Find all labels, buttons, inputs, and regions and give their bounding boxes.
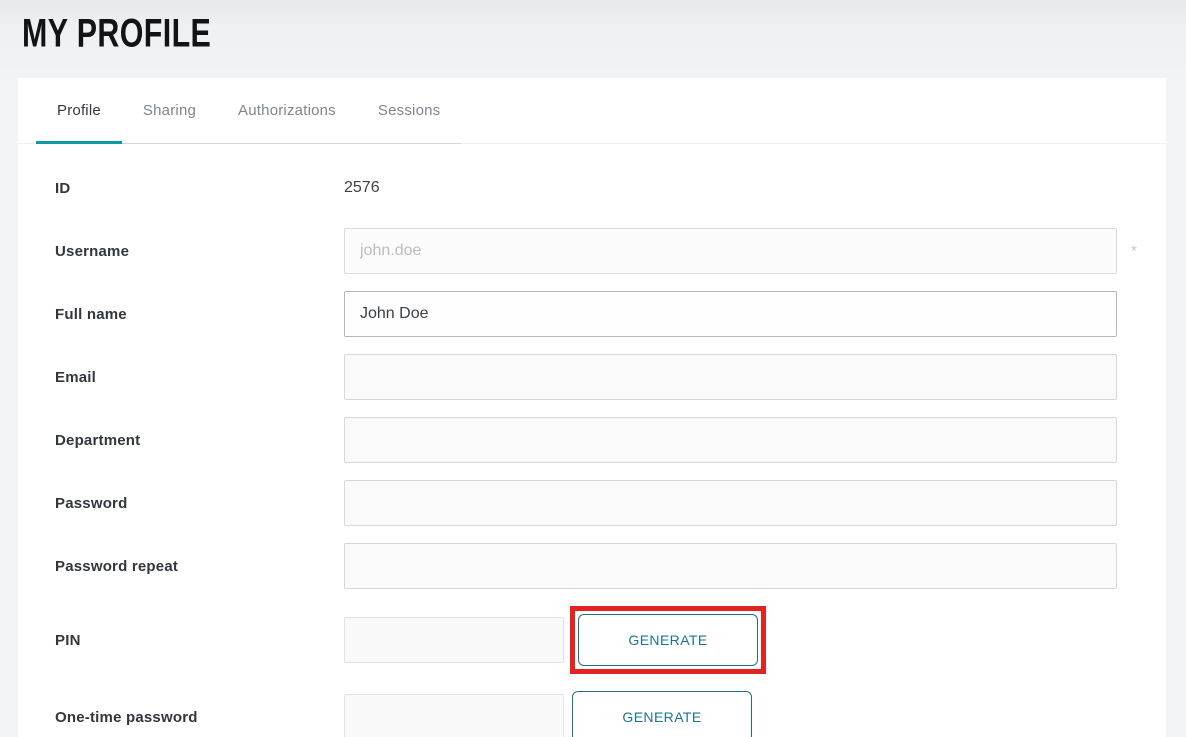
row-department: Department [55,417,1117,463]
pin-input[interactable] [344,617,564,663]
full-name-label: Full name [55,306,344,323]
profile-card: Profile Sharing Authorizations Sessions … [18,78,1166,737]
tab-strip: Profile Sharing Authorizations Sessions [36,78,461,144]
id-label: ID [55,180,344,197]
tab-profile[interactable]: Profile [36,78,122,144]
username-label: Username [55,243,344,260]
pin-generate-highlight-box: GENERATE [570,606,766,674]
row-password: Password [55,480,1117,526]
pin-generate-button[interactable]: GENERATE [578,614,758,666]
page-title: MY PROFILE [22,12,211,57]
department-label: Department [55,432,344,449]
row-pin: PIN GENERATE [55,606,1117,674]
tab-sessions[interactable]: Sessions [357,78,461,144]
row-username: Username * [55,228,1117,274]
password-repeat-label: Password repeat [55,558,344,575]
tab-bar: Profile Sharing Authorizations Sessions [18,78,1166,144]
row-email: Email [55,354,1117,400]
pin-label: PIN [55,632,344,649]
email-input[interactable] [344,354,1117,400]
tab-sharing[interactable]: Sharing [122,78,217,144]
row-password-repeat: Password repeat [55,543,1117,589]
full-name-input[interactable] [344,291,1117,337]
row-id: ID 2576 [55,165,1117,211]
password-label: Password [55,495,344,512]
username-input[interactable] [344,228,1117,274]
profile-form: ID 2576 Username * Full name Email Depar… [18,144,1166,737]
otp-generate-button[interactable]: GENERATE [572,691,752,737]
one-time-password-label: One-time password [55,709,344,726]
id-value: 2576 [344,179,380,197]
password-input[interactable] [344,480,1117,526]
required-asterisk: * [1131,243,1137,260]
one-time-password-input[interactable] [344,694,564,737]
department-input[interactable] [344,417,1117,463]
otp-generate-wrap: GENERATE [572,691,752,737]
row-one-time-password: One-time password GENERATE [55,691,1117,737]
row-full-name: Full name [55,291,1117,337]
tab-authorizations[interactable]: Authorizations [217,78,357,144]
email-label: Email [55,369,344,386]
password-repeat-input[interactable] [344,543,1117,589]
